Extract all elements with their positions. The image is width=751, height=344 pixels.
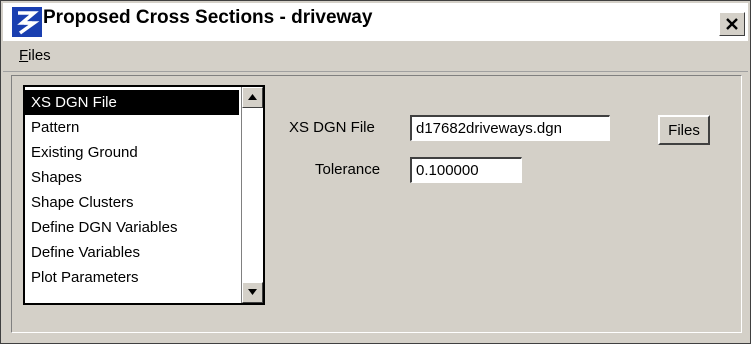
menu-files-accelerator: F [19,47,29,64]
window-title: Proposed Cross Sections - driveway [43,7,373,28]
menu-files[interactable]: Files [19,47,51,64]
xs-dgn-file-label: XS DGN File [289,119,375,136]
list-item-plot-parameters[interactable]: Plot Parameters [25,265,239,290]
list-item-xs-dgn-file[interactable]: XS DGN File [25,90,239,115]
menu-files-label: iles [28,47,51,64]
list-item-shape-clusters[interactable]: Shape Clusters [25,190,239,215]
category-listbox[interactable]: XS DGN File Pattern Existing Ground Shap… [23,85,265,305]
list-item-existing-ground[interactable]: Existing Ground [25,140,239,165]
files-button[interactable]: Files [658,115,710,145]
app-logo-icon [12,7,42,37]
arrow-down-icon [248,289,257,295]
scroll-down-button[interactable] [242,282,263,303]
close-button[interactable] [719,12,745,36]
tolerance-input[interactable] [410,157,522,183]
dialog-window: Proposed Cross Sections - driveway Files… [0,0,751,344]
xs-dgn-file-input[interactable] [410,115,610,141]
list-item-pattern[interactable]: Pattern [25,115,239,140]
menu-bar: Files [3,43,748,72]
list-item-define-dgn-variables[interactable]: Define DGN Variables [25,215,239,240]
list-item-define-variables[interactable]: Define Variables [25,240,239,265]
list-item-shapes[interactable]: Shapes [25,165,239,190]
tolerance-label: Tolerance [315,161,381,178]
close-icon [726,18,738,30]
list-scrollbar[interactable] [241,87,263,303]
list-items: XS DGN File Pattern Existing Ground Shap… [25,90,239,290]
title-bar[interactable]: Proposed Cross Sections - driveway [3,3,748,41]
arrow-up-icon [248,94,257,100]
scroll-up-button[interactable] [242,87,263,108]
